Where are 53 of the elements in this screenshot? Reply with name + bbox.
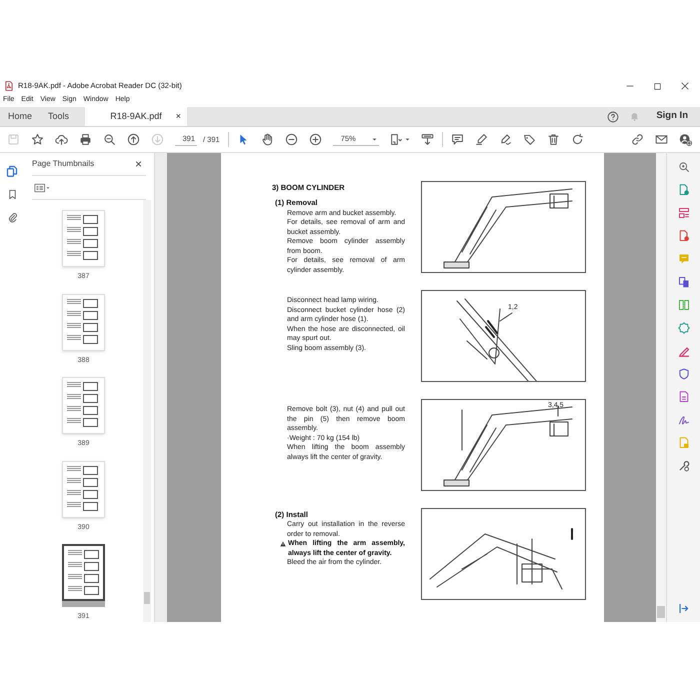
- hand-icon[interactable]: [260, 133, 274, 146]
- export-document-icon[interactable]: [678, 184, 690, 196]
- fill-sign-pen-icon[interactable]: [678, 345, 690, 357]
- mail-icon[interactable]: [655, 133, 668, 146]
- scroll-mode-icon[interactable]: [420, 133, 434, 146]
- cloud-upload-icon[interactable]: [55, 133, 68, 146]
- link-icon[interactable]: [631, 133, 644, 146]
- bookmark-icon[interactable]: [6, 189, 18, 200]
- comment-icon[interactable]: [450, 133, 464, 146]
- paperclip-icon[interactable]: [6, 212, 18, 223]
- tab[interactable]: Home: [0, 107, 40, 126]
- tag-icon[interactable]: [522, 133, 536, 146]
- pdf-app-icon: [4, 81, 14, 91]
- badge-icon[interactable]: [678, 322, 690, 334]
- print-icon[interactable]: [79, 133, 92, 146]
- page-thumbnails-icon[interactable]: [6, 165, 18, 177]
- search-icon[interactable]: [678, 161, 690, 173]
- tab-label: R18-9AK.pdf: [110, 110, 162, 123]
- tab-close-button[interactable]: ×: [176, 110, 182, 124]
- more-tools-icon[interactable]: [678, 460, 690, 472]
- signature-icon[interactable]: [678, 414, 690, 426]
- star-icon[interactable]: [31, 133, 44, 146]
- document-icon[interactable]: [678, 391, 690, 403]
- shield-icon[interactable]: [678, 368, 690, 380]
- caret-icon[interactable]: [404, 137, 410, 142]
- tab[interactable]: Tools: [40, 107, 78, 126]
- caret-icon: [372, 136, 377, 142]
- redo-icon[interactable]: [570, 133, 584, 146]
- sign-pen-icon[interactable]: [498, 133, 512, 146]
- zoom-out-search-icon[interactable]: [103, 133, 116, 146]
- combine-files-icon[interactable]: [678, 276, 690, 288]
- trash-icon[interactable]: [546, 133, 560, 146]
- highlight-pen-icon[interactable]: [474, 133, 488, 146]
- thumbnail-options-button[interactable]: [32, 182, 52, 194]
- scrollbar[interactable]: [656, 153, 666, 622]
- zoom-out-icon[interactable]: [284, 133, 298, 146]
- help-icon[interactable]: [607, 110, 620, 122]
- zoom-in-icon[interactable]: [308, 133, 322, 146]
- create-document-icon[interactable]: [678, 230, 690, 242]
- layout-icon[interactable]: [678, 207, 690, 219]
- page-fit-icon[interactable]: [390, 133, 403, 146]
- close-icon[interactable]: [680, 81, 690, 91]
- organize-pages-icon[interactable]: [678, 299, 690, 311]
- sign-in-link[interactable]: Sign In: [656, 109, 688, 124]
- panel-close-button[interactable]: ×: [134, 155, 142, 173]
- maximize-icon[interactable]: [653, 82, 662, 90]
- expand-panel-icon[interactable]: [678, 603, 689, 614]
- previous-page-icon[interactable]: [127, 133, 140, 146]
- add-user-icon[interactable]: [679, 133, 692, 146]
- scrollbar[interactable]: [143, 200, 151, 622]
- tab[interactable]: R18-9AK.pdf ×: [85, 107, 188, 126]
- warning-icon: [280, 541, 286, 548]
- panel-title: Page Thumbnails: [32, 158, 94, 170]
